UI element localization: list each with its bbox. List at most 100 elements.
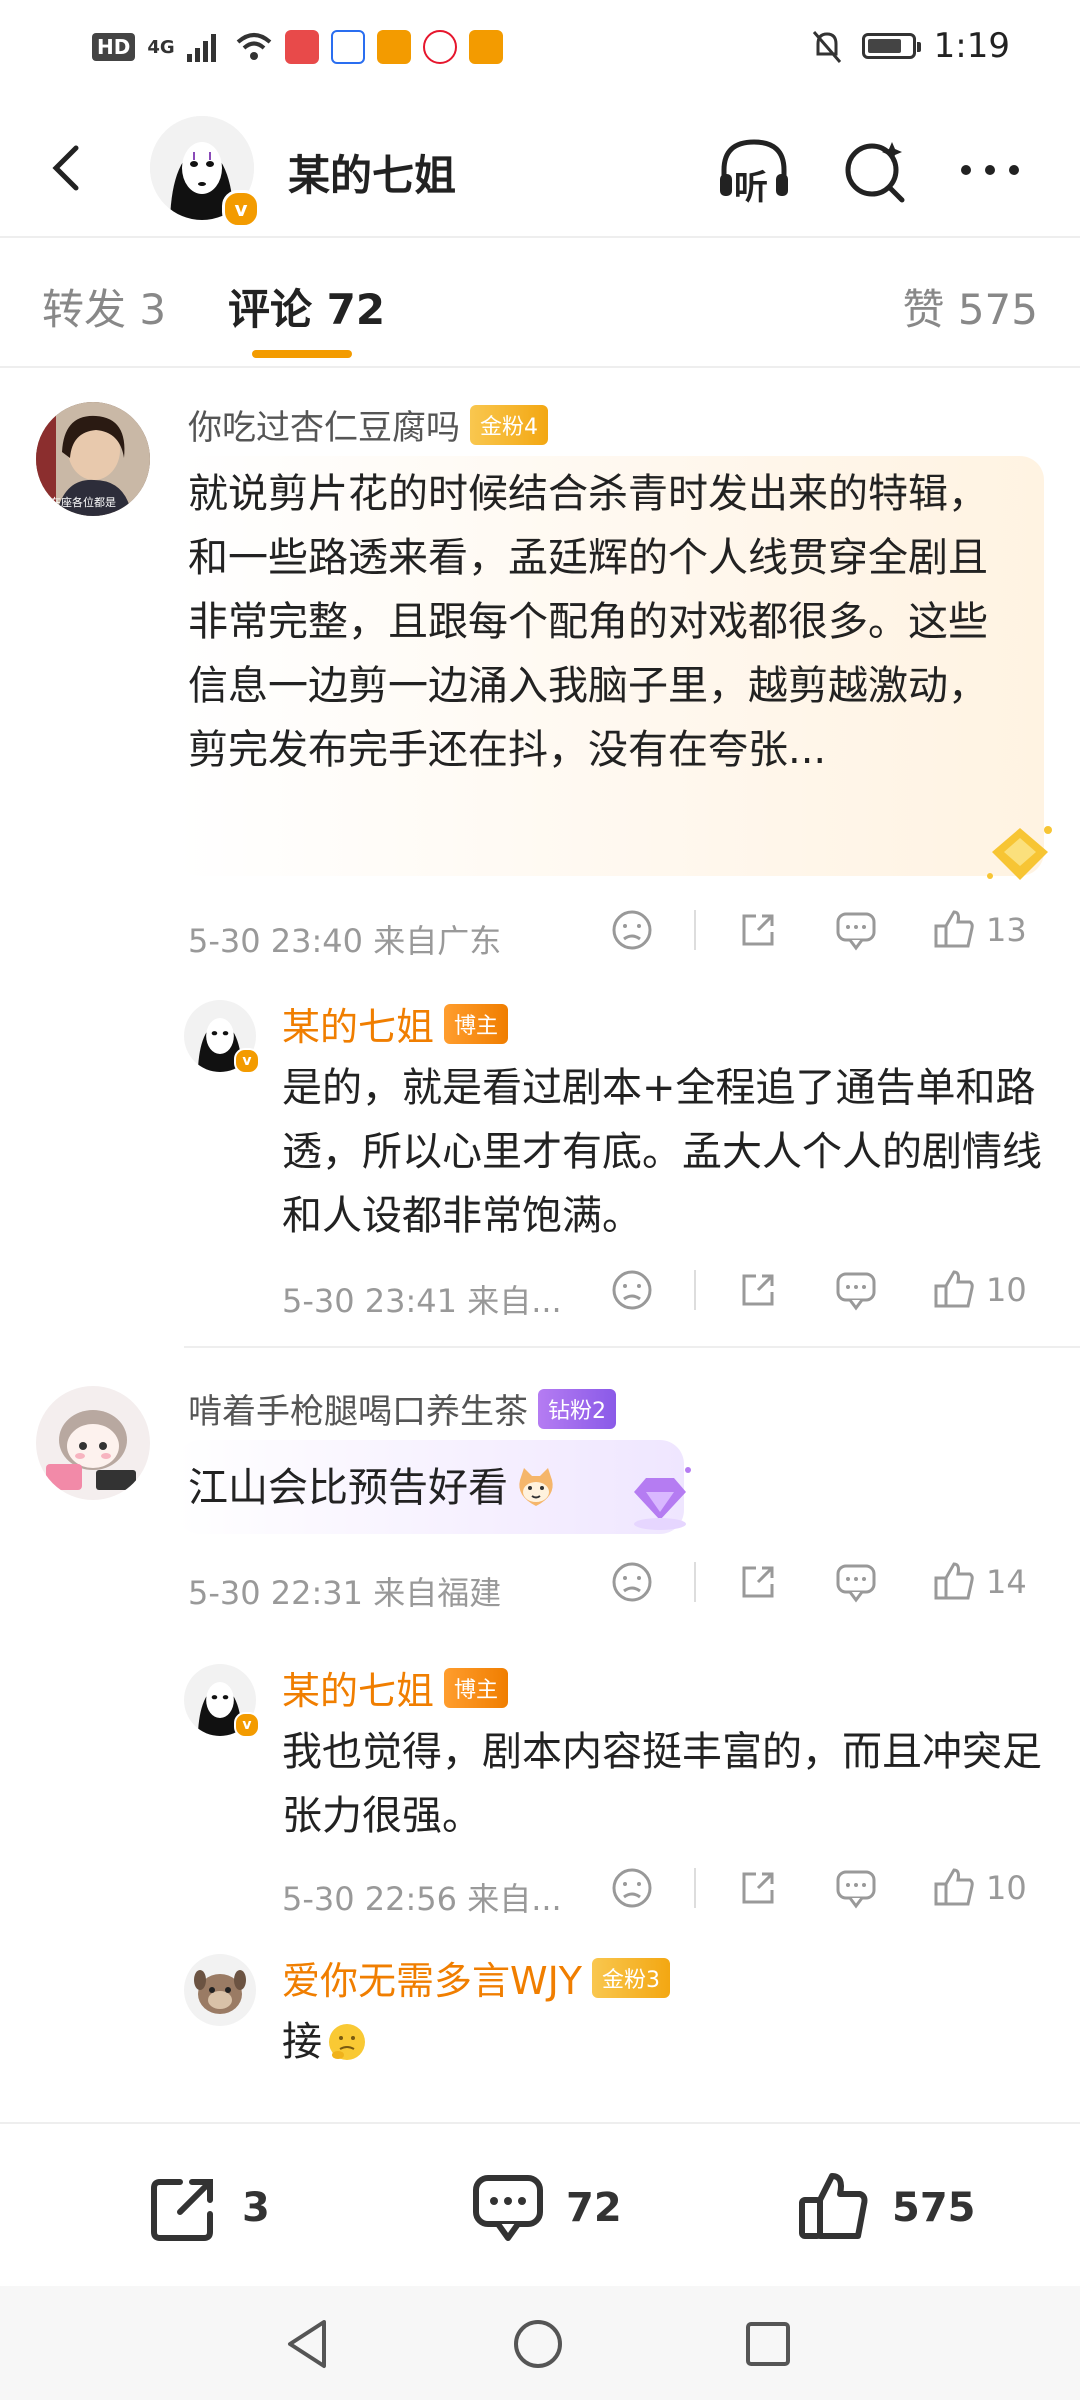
like-button[interactable]: 575 bbox=[796, 2170, 976, 2246]
back-triangle-icon[interactable] bbox=[280, 2316, 336, 2372]
page-title: 某的七姐 bbox=[288, 151, 457, 200]
comment-icon bbox=[473, 2175, 543, 2241]
anime-girl-avatar-icon bbox=[36, 1386, 150, 1500]
tab-likes[interactable]: 赞 575 bbox=[902, 276, 1038, 337]
like-count: 10 bbox=[986, 1271, 1027, 1309]
reply-bubble-icon[interactable] bbox=[834, 908, 878, 952]
reply-item: v 某的七姐 博主 我也觉得，剧本内容挺丰富的，而且冲突足张力很强。 5-30 … bbox=[0, 1650, 1080, 1940]
more-options-icon[interactable] bbox=[950, 130, 1030, 210]
top-nav: v 某的七姐 听 bbox=[0, 100, 1080, 238]
fan-badge: 钻粉2 bbox=[538, 1388, 616, 1429]
hd-indicator: HD bbox=[92, 33, 136, 61]
verified-badge-icon: v bbox=[222, 190, 260, 228]
network-label: 4G bbox=[147, 36, 175, 58]
search-icon[interactable] bbox=[836, 130, 916, 210]
comment-username[interactable]: 你吃过杏仁豆腐吗 金粉4 bbox=[188, 400, 548, 449]
listen-button[interactable]: 听 bbox=[714, 130, 794, 210]
repost-count: 3 bbox=[242, 2185, 270, 2231]
baidu-app-icon bbox=[330, 30, 365, 64]
huawei-app-icon bbox=[284, 30, 319, 64]
comment-count: 72 bbox=[566, 2185, 622, 2231]
comment-username[interactable]: 爱你无需多言WJY 金粉3 bbox=[282, 1950, 670, 2005]
purple-diamond-sticker-icon bbox=[634, 1467, 691, 1530]
comment-item: 啃着手枪腿喝口养生茶 钻粉2 江山会比预告好看 5-30 22:31 来自福建 … bbox=[0, 1350, 1080, 1650]
like-button[interactable]: 13 bbox=[932, 908, 1027, 952]
back-arrow-icon[interactable] bbox=[40, 138, 100, 198]
dislike-face-icon[interactable] bbox=[610, 1866, 654, 1910]
comment-meta: 5-30 23:40 来自广东 bbox=[188, 922, 502, 960]
avatar-caption: 在座各位都是 bbox=[50, 496, 116, 509]
cartoon-dog-avatar-icon bbox=[184, 1954, 256, 2026]
comment-username[interactable]: 某的七姐 博主 bbox=[282, 996, 509, 1051]
tab-comments[interactable]: 评论 72 bbox=[228, 276, 385, 337]
reply-item: 爱你无需多言WJY 金粉3 接 bbox=[0, 1940, 1080, 2122]
thumbs-up-icon bbox=[934, 1868, 974, 1906]
fan-badge: 金粉3 bbox=[592, 1957, 670, 1998]
comment-actions: 13 bbox=[610, 908, 1027, 952]
battery-icon bbox=[861, 33, 921, 59]
reply-bubble-icon[interactable] bbox=[834, 1268, 878, 1312]
repost-button[interactable]: 3 bbox=[146, 2170, 270, 2246]
reply-bubble-icon[interactable] bbox=[834, 1866, 878, 1910]
like-button[interactable]: 10 bbox=[932, 1268, 1027, 1312]
comment-text: 就说剪片花的时候结合杀青时发出来的特辑，和一些路透来看，孟廷辉的个人线贯穿全剧且… bbox=[188, 471, 988, 773]
tab-repost[interactable]: 转发 3 bbox=[42, 276, 166, 337]
weibo-app-icon bbox=[422, 30, 457, 64]
recent-apps-square-icon[interactable] bbox=[740, 2316, 796, 2372]
comment-meta: 5-30 22:56 来自... bbox=[282, 1880, 562, 1918]
comment-divider bbox=[184, 1346, 1080, 1348]
tab-bar: 转发 3 评论 72 赞 575 bbox=[0, 236, 1080, 368]
user-avatar[interactable] bbox=[184, 1954, 256, 2026]
gold-crown-sticker-icon bbox=[987, 826, 1052, 880]
verified-badge-icon: v bbox=[234, 1048, 260, 1074]
status-bar: HD 4G 1:19 bbox=[0, 0, 1080, 100]
reply-bubble-icon[interactable] bbox=[834, 1560, 878, 1604]
dislike-face-icon[interactable] bbox=[610, 1268, 654, 1312]
thinking-emoji-icon bbox=[329, 2024, 365, 2060]
share-icon[interactable] bbox=[736, 1268, 780, 1312]
comment-item: 在座各位都是 你吃过杏仁豆腐吗 金粉4 就说剪片花的时候结合杀青时发出来的特辑，… bbox=[0, 366, 1080, 1006]
home-circle-icon[interactable] bbox=[510, 2316, 566, 2372]
comment-text: 江山会比预告好看 bbox=[188, 1465, 508, 1511]
comment-username[interactable]: 某的七姐 博主 bbox=[282, 1660, 509, 1715]
share-icon[interactable] bbox=[736, 1866, 780, 1910]
like-count: 575 bbox=[892, 2185, 976, 2231]
cat-emoji-icon bbox=[519, 1468, 553, 1506]
comment-text-row: 接 bbox=[282, 2010, 1042, 2074]
blogger-badge: 博主 bbox=[444, 1003, 509, 1044]
mute-bell-icon bbox=[812, 31, 841, 63]
clock: 1:19 bbox=[933, 26, 1010, 66]
listen-label: 听 bbox=[734, 168, 768, 208]
dislike-face-icon[interactable] bbox=[610, 1560, 654, 1604]
reply-item: v 某的七姐 博主 是的，就是看过剧本+全程追了通告单和路透，所以心里才有底。孟… bbox=[0, 986, 1080, 1346]
share-icon[interactable] bbox=[736, 908, 780, 952]
comment-meta: 5-30 22:31 来自福建 bbox=[188, 1574, 502, 1612]
comment-text: 接 bbox=[282, 2019, 322, 2065]
thumbs-up-icon bbox=[934, 1270, 974, 1308]
thumbs-up-icon bbox=[799, 2173, 868, 2239]
signal-icon bbox=[186, 34, 216, 62]
comment-actions: 14 bbox=[610, 1560, 1027, 1604]
share-icon[interactable] bbox=[736, 1560, 780, 1604]
user-avatar[interactable] bbox=[36, 1386, 150, 1500]
repost-icon bbox=[151, 2179, 213, 2241]
thumbs-up-icon bbox=[934, 910, 974, 948]
like-count: 10 bbox=[986, 1869, 1027, 1907]
wifi-icon bbox=[236, 33, 271, 60]
dislike-face-icon[interactable] bbox=[610, 908, 654, 952]
fan-badge: 金粉4 bbox=[470, 404, 548, 445]
system-navigation-bar bbox=[0, 2286, 1080, 2400]
like-count: 13 bbox=[986, 911, 1027, 949]
blogger-badge: 博主 bbox=[444, 1667, 509, 1708]
user-avatar[interactable]: 在座各位都是 bbox=[36, 402, 150, 516]
comment-actions: 10 bbox=[610, 1866, 1027, 1910]
comment-button[interactable]: 72 bbox=[470, 2170, 622, 2246]
bottom-action-bar: 3 72 575 bbox=[0, 2122, 1080, 2288]
like-button[interactable]: 10 bbox=[932, 1866, 1027, 1910]
notification-app-icon-2 bbox=[468, 30, 503, 64]
like-button[interactable]: 14 bbox=[932, 1560, 1027, 1604]
notification-app-icon bbox=[376, 30, 411, 64]
comment-username[interactable]: 啃着手枪腿喝口养生茶 钻粉2 bbox=[188, 1384, 616, 1433]
comment-text: 我也觉得，剧本内容挺丰富的，而且冲突足张力很强。 bbox=[282, 1729, 1042, 1839]
like-count: 14 bbox=[986, 1563, 1027, 1601]
